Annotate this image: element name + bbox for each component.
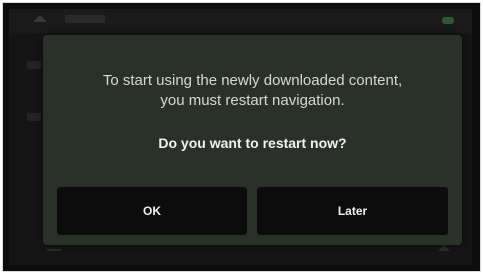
back-icon — [47, 249, 61, 251]
collapse-icon — [438, 245, 450, 251]
status-text — [65, 15, 105, 23]
up-arrow-icon — [33, 15, 47, 22]
dialog-message: To start using the newly downloaded cont… — [43, 71, 462, 111]
status-bar — [9, 9, 472, 33]
device-screen: To start using the newly downloaded cont… — [2, 2, 481, 272]
background-label — [27, 113, 41, 121]
background-label — [27, 61, 41, 69]
message-line-2: you must restart navigation. — [160, 92, 345, 109]
signal-icon — [442, 17, 454, 24]
restart-dialog: To start using the newly downloaded cont… — [43, 35, 462, 245]
ok-button[interactable]: OK — [57, 187, 247, 235]
later-button[interactable]: Later — [257, 187, 448, 235]
message-line-1: To start using the newly downloaded cont… — [102, 72, 403, 89]
dialog-question: Do you want to restart now? — [158, 135, 347, 151]
